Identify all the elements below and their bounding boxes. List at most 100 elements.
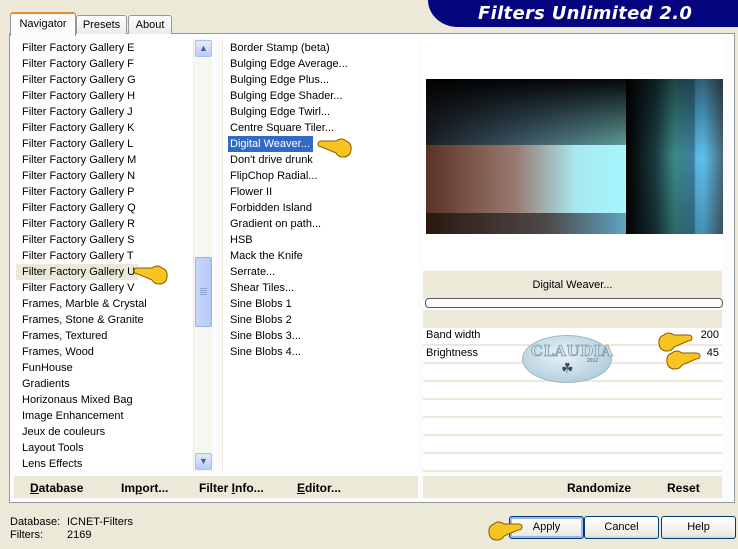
filter-item[interactable]: Mack the Knife [228, 248, 306, 264]
filter-info-button[interactable]: Filter Info... [199, 481, 264, 495]
app-title: Filters Unlimited 2.0 [478, 3, 693, 24]
filter-item[interactable]: Forbidden Island [228, 200, 315, 216]
category-item[interactable]: Filter Factory Gallery H [16, 88, 138, 104]
filter-item[interactable]: Centre Square Tiler... [228, 120, 337, 136]
filter-item[interactable]: Border Stamp (beta) [228, 40, 333, 56]
filter-item[interactable]: Shear Tiles... [228, 280, 297, 296]
filter-item[interactable]: Bulging Edge Shader... [228, 88, 346, 104]
category-item[interactable]: Filter Factory Gallery M [16, 152, 139, 168]
scroll-down-button[interactable]: ▼ [195, 453, 212, 470]
category-item[interactable]: Filter Factory Gallery S [16, 232, 137, 248]
filter-item[interactable]: Gradient on path... [228, 216, 324, 232]
category-item[interactable]: Filter Factory Gallery T [16, 248, 137, 264]
status-database-label: Database: [10, 516, 61, 528]
category-item[interactable]: Filter Factory Gallery L [16, 136, 136, 152]
preview-band-shade [426, 79, 626, 145]
editor-button[interactable]: Editor... [297, 481, 341, 495]
chevron-down-icon: ▼ [199, 456, 208, 466]
category-item[interactable]: Filter Factory Gallery K [16, 120, 137, 136]
filter-item[interactable]: HSB [228, 232, 256, 248]
grip-line [200, 294, 207, 295]
category-item[interactable]: Horizonaus Mixed Bag [16, 392, 136, 408]
category-item[interactable]: Gradients [16, 376, 73, 392]
tab-about[interactable]: About [128, 15, 172, 34]
param-value[interactable]: 45 [707, 347, 719, 359]
progress-bar [425, 298, 723, 308]
category-item[interactable]: Frames, Wood [16, 344, 97, 360]
filter-item[interactable]: Sine Blobs 2 [228, 312, 295, 328]
filter-item[interactable]: Bulging Edge Average... [228, 56, 351, 72]
mouse-icon: ☘ [561, 360, 574, 376]
category-item[interactable]: Lens Effects [16, 456, 85, 472]
category-item[interactable]: Filter Factory Gallery Q [16, 200, 139, 216]
param-label: Brightness [426, 347, 478, 359]
category-item[interactable]: FunHouse [16, 360, 76, 376]
category-item[interactable]: Filter Factory Gallery G [16, 72, 139, 88]
preview-image [426, 79, 723, 234]
preview-band-shade [626, 79, 723, 234]
category-item[interactable]: Filter Factory Gallery U [16, 264, 139, 280]
category-list[interactable]: Filter Factory Gallery E Filter Factory G… [14, 39, 192, 471]
param-row-empty [423, 382, 722, 398]
category-item[interactable]: Filter Factory Gallery N [16, 168, 138, 184]
pointing-hand-icon [317, 138, 352, 158]
category-item[interactable]: Filter Factory Gallery R [16, 216, 138, 232]
category-item[interactable]: Image Enhancement [16, 408, 127, 424]
import-button[interactable]: Import... [121, 481, 168, 495]
chevron-up-icon: ▲ [199, 43, 208, 53]
tab-presets[interactable]: Presets [76, 15, 127, 34]
watermark-text: CLAUDIA [531, 342, 614, 361]
category-item[interactable]: Frames, Textured [16, 328, 110, 344]
grip-line [200, 292, 207, 293]
filter-item[interactable]: Sine Blobs 3... [228, 328, 304, 344]
category-scrollbar[interactable]: ▲ ▼ [193, 39, 212, 471]
filter-item[interactable]: Sine Blobs 1 [228, 296, 295, 312]
reset-button[interactable]: Reset [667, 481, 700, 495]
filter-item[interactable]: Bulging Edge Twirl... [228, 104, 333, 120]
parameter-actions: Randomize Reset [423, 476, 722, 498]
category-item[interactable]: Jeux de couleurs [16, 424, 108, 440]
pointing-hand-icon [133, 265, 168, 285]
database-button[interactable]: Database [30, 481, 83, 495]
param-row-empty [423, 418, 722, 434]
grip-line [200, 288, 207, 289]
filter-item[interactable]: Flower II [228, 184, 275, 200]
help-button[interactable]: Help [661, 516, 736, 539]
category-item[interactable]: Filter Factory Gallery J [16, 104, 136, 120]
param-label: Band width [426, 329, 481, 341]
pointing-hand-icon [666, 350, 701, 370]
category-item[interactable]: Layout Tools [16, 440, 87, 456]
navigator-actions: Database Import... Filter Info... Editor… [14, 476, 418, 498]
category-item[interactable]: Frames, Stone & Granite [16, 312, 147, 328]
cancel-button[interactable]: Cancel [584, 516, 659, 539]
filter-item[interactable]: Sine Blobs 4... [228, 344, 304, 360]
watermark-year: 2012 [587, 358, 599, 364]
grip-line [200, 290, 207, 291]
param-value[interactable]: 200 [701, 329, 719, 341]
randomize-button[interactable]: Randomize [567, 481, 631, 495]
status-filters-value: 2169 [67, 529, 92, 541]
filter-item[interactable]: Bulging Edge Plus... [228, 72, 332, 88]
filter-item[interactable]: Digital Weaver... [228, 136, 313, 152]
category-item[interactable]: Filter Factory Gallery V [16, 280, 137, 296]
current-filter-name: Digital Weaver... [423, 271, 722, 299]
preview-band [426, 145, 626, 213]
category-item[interactable]: Filter Factory Gallery E [16, 40, 137, 56]
filter-list[interactable]: Border Stamp (beta) Bulging Edge Average.… [222, 39, 418, 471]
status-filters-label: Filters: [10, 529, 43, 541]
status-database-value: ICNET-Filters [67, 516, 133, 528]
filter-item[interactable]: Don't drive drunk [228, 152, 316, 168]
scroll-thumb[interactable] [195, 257, 212, 327]
preview-band [426, 213, 626, 234]
category-item[interactable]: Filter Factory Gallery P [16, 184, 137, 200]
param-row-empty [423, 436, 722, 452]
watermark-logo: CLAUDIA 2012 ☘ [522, 335, 614, 383]
param-row-empty [423, 400, 722, 416]
filter-item[interactable]: Serrate... [228, 264, 278, 280]
category-item[interactable]: Frames, Marble & Crystal [16, 296, 150, 312]
scroll-up-button[interactable]: ▲ [195, 40, 212, 57]
pointing-hand-icon [488, 521, 523, 541]
tab-navigator[interactable]: Navigator [10, 12, 76, 36]
filter-item[interactable]: FlipChop Radial... [228, 168, 320, 184]
category-item[interactable]: Filter Factory Gallery F [16, 56, 137, 72]
